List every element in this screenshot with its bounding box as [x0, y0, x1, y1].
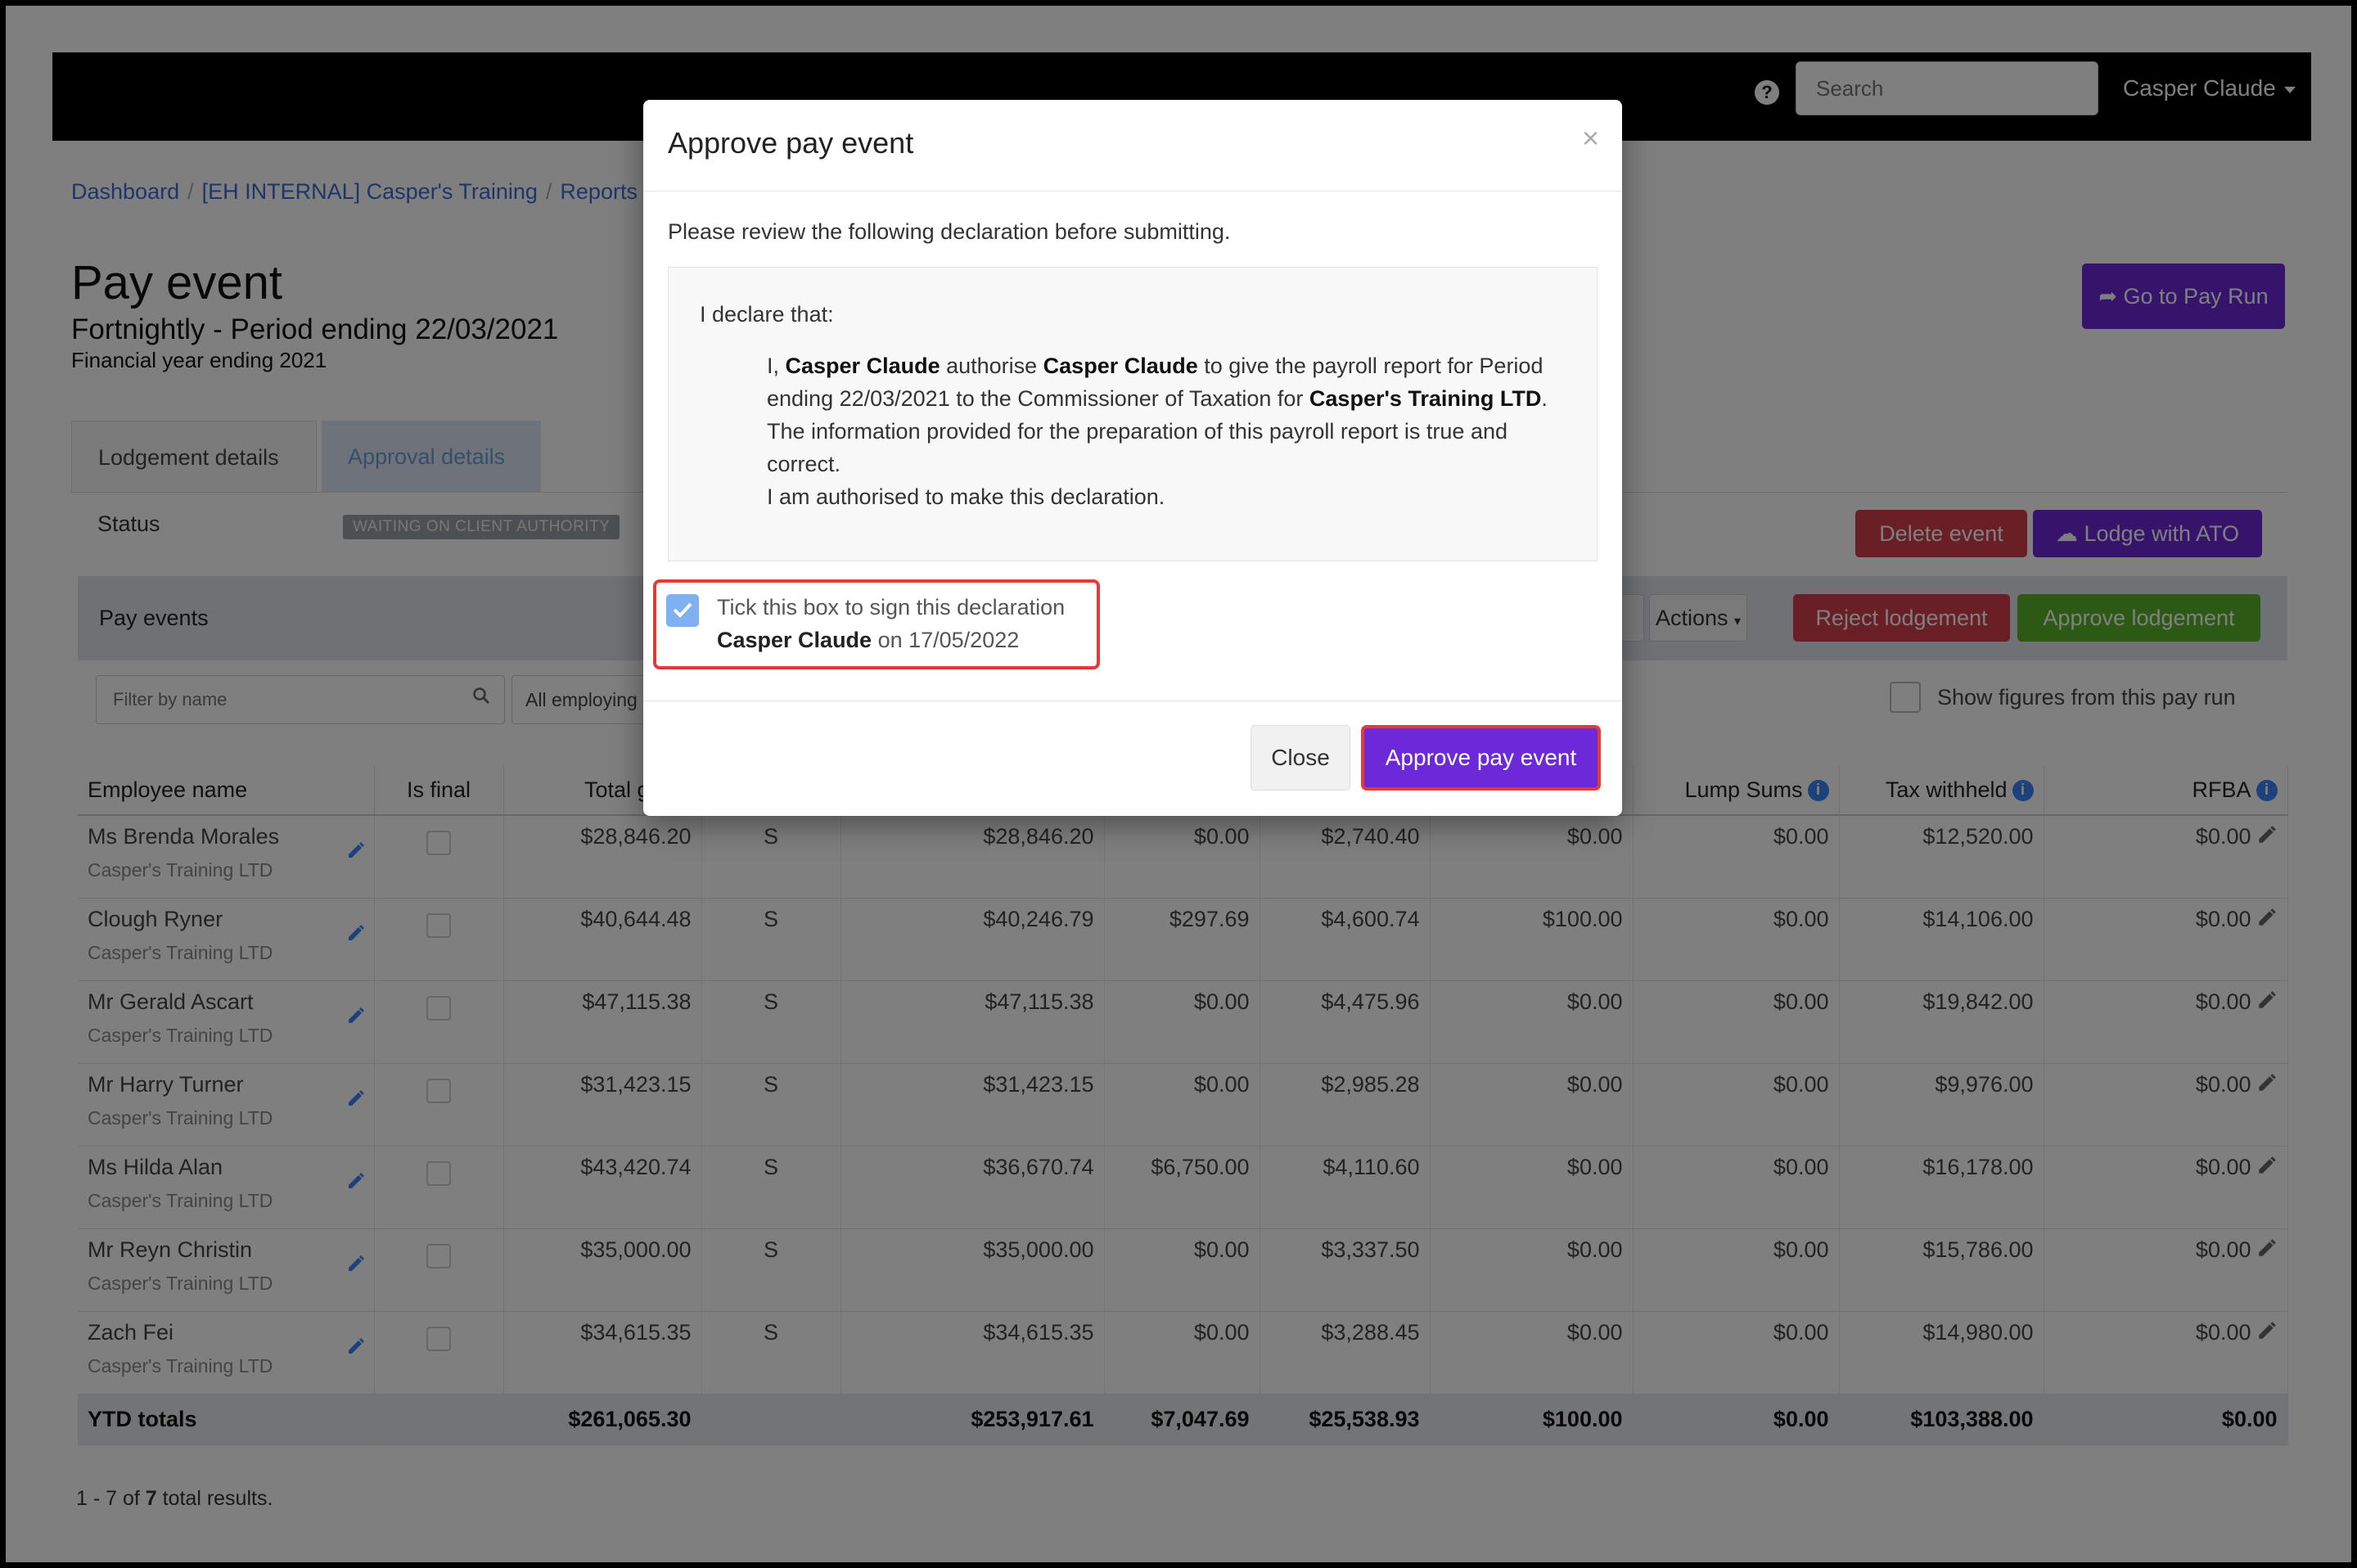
decl-declarant: Casper Claude	[785, 354, 940, 378]
declaration-panel: I declare that: I, Casper Claude authori…	[668, 267, 1598, 561]
modal-title: Approve pay event	[668, 126, 914, 160]
sign-label: Tick this box to sign this declaration	[717, 595, 1066, 620]
close-button[interactable]: Close	[1251, 725, 1350, 791]
decl-text: I,	[767, 354, 786, 378]
sign-highlight	[653, 579, 1100, 669]
page: ? Casper Claude Dashboard/[EH INTERNAL] …	[6, 6, 2351, 1562]
sign-name: Casper Claude	[717, 628, 872, 652]
sign-date: on 17/05/2022	[872, 628, 1020, 652]
decl-authorised: Casper Claude	[1043, 354, 1198, 378]
modal-intro: Please review the following declaration …	[668, 219, 1231, 244]
declaration-text: I, Casper Claude authorise Casper Claude…	[767, 349, 1553, 513]
approve-pay-event-button[interactable]: Approve pay event	[1361, 725, 1601, 791]
checkmark-icon	[673, 602, 692, 618]
sign-declaration-checkbox[interactable]	[666, 594, 699, 627]
decl-authorised-line: I am authorised to make this declaration…	[767, 484, 1165, 509]
decl-company: Casper's Training LTD	[1309, 386, 1542, 411]
sign-signature-line: Casper Claude on 17/05/2022	[717, 628, 1019, 653]
approve-pay-event-modal: Approve pay event × Please review the fo…	[643, 100, 1622, 816]
screenshot-frame: ? Casper Claude Dashboard/[EH INTERNAL] …	[0, 0, 2357, 1568]
declaration-heading: I declare that:	[700, 302, 834, 327]
decl-text: authorise	[940, 354, 1043, 378]
close-icon[interactable]: ×	[1582, 121, 1599, 155]
